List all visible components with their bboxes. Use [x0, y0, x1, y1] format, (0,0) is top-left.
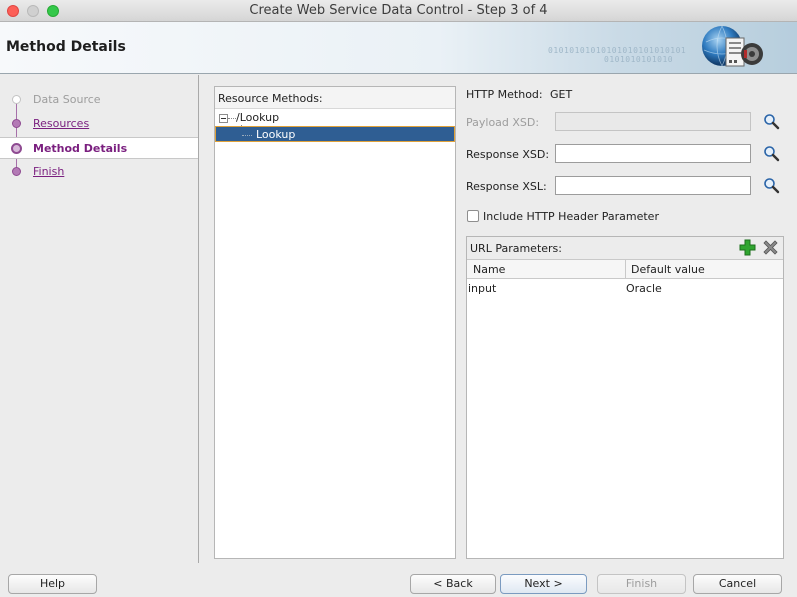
wizard-steps-panel: Data Source Resources Method Details Fin… [0, 75, 199, 563]
step-indicator-icon [12, 167, 21, 176]
step-data-source: Data Source [0, 89, 198, 111]
tree-node-label[interactable]: Lookup [256, 128, 295, 141]
window-title-bar: Create Web Service Data Control - Step 3… [0, 0, 797, 22]
url-parameters-panel: URL Parameters: Name Default value input… [466, 236, 784, 559]
include-header-checkbox[interactable] [467, 210, 479, 222]
tree-node-root[interactable]: /Lookup [236, 111, 279, 124]
column-header-name[interactable]: Name [473, 263, 505, 276]
back-button[interactable]: < Back [410, 574, 496, 594]
tree-connector [242, 135, 252, 136]
payload-xsd-field [555, 112, 751, 131]
step-finish[interactable]: Finish [0, 161, 198, 183]
http-method-value: GET [550, 88, 573, 101]
url-parameters-table-header: Name Default value [467, 259, 783, 279]
payload-xsd-label: Payload XSD: [466, 116, 540, 129]
step-resources[interactable]: Resources [0, 113, 198, 135]
include-header-label[interactable]: Include HTTP Header Parameter [483, 210, 659, 223]
step-label: Data Source [33, 93, 101, 106]
step-method-details: Method Details [0, 137, 198, 159]
resource-methods-tree[interactable]: Resource Methods: /Lookup Lookup [214, 86, 456, 559]
step-label[interactable]: Resources [33, 117, 89, 130]
url-parameters-label: URL Parameters: [470, 242, 562, 255]
resource-methods-label: Resource Methods: [218, 92, 323, 105]
response-xsl-label: Response XSL: [466, 180, 547, 193]
column-header-default-value[interactable]: Default value [631, 263, 705, 276]
tree-collapse-icon[interactable] [219, 114, 228, 123]
response-xsl-field[interactable] [555, 176, 751, 195]
step-current-indicator-icon [11, 143, 22, 154]
response-xsd-browse-search-icon[interactable] [763, 145, 780, 162]
tree-connector [228, 118, 236, 119]
url-parameters-header: URL Parameters: [467, 237, 783, 259]
add-parameter-plus-icon[interactable] [739, 239, 756, 256]
response-xsd-label: Response XSD: [466, 148, 550, 161]
resource-methods-header: Resource Methods: [215, 87, 455, 109]
window-title: Create Web Service Data Control - Step 3… [249, 3, 548, 18]
wizard-header: Method Details 0101010101010101010101010… [0, 22, 797, 74]
tree-node-selected[interactable]: Lookup [215, 126, 455, 142]
step-label: Method Details [33, 142, 128, 155]
page-title: Method Details [6, 39, 126, 55]
step-label[interactable]: Finish [33, 165, 64, 178]
step-indicator-icon [12, 95, 21, 104]
globe-server-icon [702, 25, 763, 67]
cancel-button[interactable]: Cancel [693, 574, 782, 594]
table-cell-default-value[interactable]: Oracle [626, 282, 662, 295]
table-cell-name[interactable]: input [468, 282, 496, 295]
help-button[interactable]: Help [8, 574, 97, 594]
next-button[interactable]: Next > [500, 574, 587, 594]
payload-xsd-browse-search-icon[interactable] [763, 113, 780, 130]
header-binary-decoration-2: 0101010101010 [604, 55, 674, 64]
http-method-label: HTTP Method: [466, 88, 543, 101]
header-binary-decoration: 01010101010101010101010101 [548, 46, 687, 55]
remove-parameter-delete-icon[interactable] [762, 239, 779, 256]
finish-button: Finish [597, 574, 686, 594]
column-divider [625, 260, 626, 278]
response-xsl-browse-search-icon[interactable] [763, 177, 780, 194]
step-indicator-icon [12, 119, 21, 128]
response-xsd-field[interactable] [555, 144, 751, 163]
